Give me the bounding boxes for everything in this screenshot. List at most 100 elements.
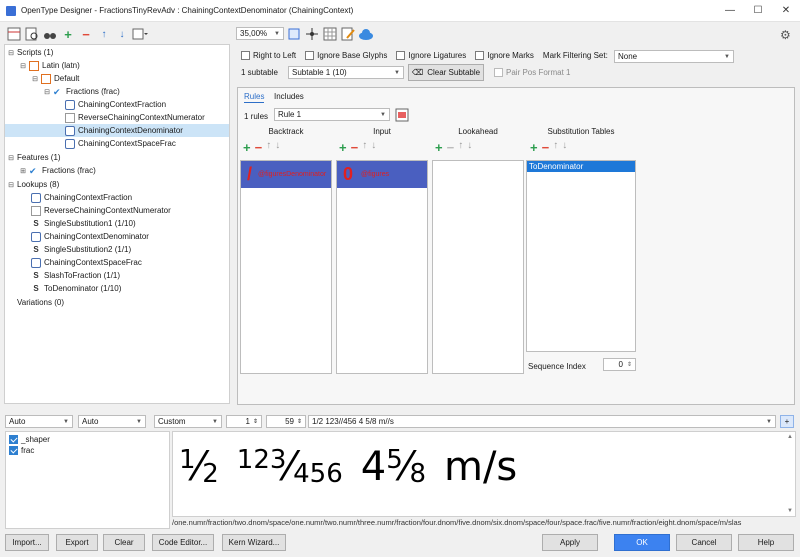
code-editor-button[interactable]: Code Editor...: [152, 534, 214, 551]
subtable-select[interactable]: Subtable 1 (10) ▼: [288, 66, 404, 79]
add-icon[interactable]: +: [530, 140, 538, 155]
tree-item[interactable]: ReverseChainingContextNumerator: [31, 204, 171, 217]
preview-feature-list[interactable]: _shaper frac: [5, 431, 170, 529]
move-up-icon[interactable]: ↑: [96, 26, 112, 42]
remove-icon[interactable]: −: [78, 26, 94, 42]
input-list[interactable]: 0 @figures: [336, 160, 428, 374]
rule-select[interactable]: Rule 1 ▼: [274, 108, 390, 121]
remove-icon[interactable]: −: [255, 140, 263, 155]
move-down-icon[interactable]: ↓: [114, 26, 130, 42]
scroll-up-icon[interactable]: ▲: [787, 434, 793, 440]
minimize-button[interactable]: —: [716, 0, 744, 22]
glyph-class-item[interactable]: / @figuresDenominator: [241, 161, 331, 188]
move-down-icon[interactable]: ↓: [371, 140, 376, 155]
mark-filter-select[interactable]: None ▼: [614, 50, 734, 63]
feature-item[interactable]: frac: [9, 446, 34, 455]
maximize-button[interactable]: ☐: [744, 0, 772, 22]
right-to-left-checkbox[interactable]: Right to Left: [241, 51, 296, 61]
tree-item[interactable]: S ToDenominator (1/10): [31, 282, 121, 295]
search-table-icon[interactable]: [24, 26, 40, 42]
end-stepper[interactable]: 59 ⇕: [266, 415, 306, 428]
zoom-select[interactable]: 35,00% ▼: [236, 27, 284, 40]
tree-item[interactable]: S SingleSubstitution2 (1/1): [31, 243, 131, 256]
tree-item[interactable]: ⊟ Features (1): [7, 151, 61, 164]
gear-icon[interactable]: ⚙: [780, 28, 791, 42]
tree-item[interactable]: ⊟ Scripts (1): [7, 46, 53, 59]
binoculars-icon[interactable]: [42, 26, 58, 42]
feature-item[interactable]: _shaper: [9, 435, 50, 444]
add-icon[interactable]: +: [243, 140, 251, 155]
import-button[interactable]: Import...: [5, 534, 49, 551]
tree-item[interactable]: ChainingContextDenominator: [31, 230, 149, 243]
tree-item[interactable]: ⊟ Lookups (8): [7, 178, 59, 191]
pairpos-checkbox[interactable]: Pair Pos Format 1: [494, 68, 570, 78]
lookahead-list[interactable]: [432, 160, 524, 374]
preview-canvas[interactable]: 1⁄2 123⁄456 45⁄8 m/s ▲ ▼: [172, 431, 796, 517]
tree-item[interactable]: S SlashToFraction (1/1): [31, 269, 120, 282]
remove-icon[interactable]: −: [351, 140, 359, 155]
clear-button[interactable]: Clear: [103, 534, 145, 551]
move-down-icon[interactable]: ↓: [562, 140, 567, 155]
edit-doc-icon[interactable]: [340, 26, 356, 42]
tree-item[interactable]: ChainingContextFraction: [31, 191, 132, 204]
sequence-index-stepper[interactable]: 0 ⇕: [603, 358, 636, 371]
rule-options-icon[interactable]: [394, 107, 410, 123]
remove-icon[interactable]: −: [447, 140, 455, 155]
tree-item[interactable]: ⊟ Latin (latn): [19, 59, 80, 72]
add-icon[interactable]: +: [339, 140, 347, 155]
crosshair-icon[interactable]: [304, 26, 320, 42]
feature-checkbox[interactable]: [9, 435, 18, 444]
tree-item[interactable]: ReverseChainingContextNumerator: [65, 111, 205, 124]
tab-includes[interactable]: Includes: [274, 92, 304, 101]
subst-table-item[interactable]: ToDenominator: [527, 161, 635, 172]
tree-item[interactable]: S SingleSubstitution1 (1/10): [31, 217, 135, 230]
export-button[interactable]: Export: [56, 534, 98, 551]
fit-icon[interactable]: [286, 26, 302, 42]
add-icon[interactable]: +: [435, 140, 443, 155]
tree-item[interactable]: ⊞ ✔ Fractions (frac): [19, 164, 96, 177]
cancel-button[interactable]: Cancel: [676, 534, 732, 551]
move-down-icon[interactable]: ↓: [275, 140, 280, 155]
move-up-icon[interactable]: ↑: [458, 140, 463, 155]
tree-item-selected[interactable]: ChainingContextDenominator: [5, 124, 229, 137]
cloud-icon[interactable]: [358, 26, 374, 42]
ignore-marks-checkbox[interactable]: Ignore Marks: [475, 51, 534, 61]
ok-button[interactable]: OK: [614, 534, 670, 551]
grid-icon[interactable]: [322, 26, 338, 42]
move-up-icon[interactable]: ↑: [362, 140, 367, 155]
scroll-down-icon[interactable]: ▼: [787, 508, 793, 514]
ignore-base-checkbox[interactable]: Ignore Base Glyphs: [305, 51, 387, 61]
direction-select[interactable]: Custom ▼: [154, 415, 222, 428]
tree-item[interactable]: ChainingContextSpaceFrac: [31, 256, 142, 269]
apply-button[interactable]: Apply: [542, 534, 598, 551]
close-button[interactable]: ✕: [772, 0, 800, 22]
new-table-icon[interactable]: [6, 26, 22, 42]
tree-item[interactable]: ⊟ Default: [31, 72, 79, 85]
language-select[interactable]: Auto ▼: [78, 415, 146, 428]
tree-item[interactable]: ChainingContextSpaceFrac: [65, 137, 176, 150]
glyph-class-item[interactable]: 0 @figures: [337, 161, 427, 188]
script-select[interactable]: Auto ▼: [5, 415, 73, 428]
tree-item[interactable]: Variations (0): [7, 296, 64, 309]
move-up-icon[interactable]: ↑: [553, 140, 558, 155]
tab-rules[interactable]: Rules: [244, 92, 265, 103]
tree-view[interactable]: ⊟ Scripts (1) ⊟ Latin (latn) ⊟ Default ⊟ ✔ Fr…: [4, 44, 230, 404]
help-button[interactable]: Help: [738, 534, 794, 551]
subst-tables-list[interactable]: ToDenominator: [526, 160, 636, 352]
clear-subtable-button[interactable]: ⌫ Clear Subtable: [408, 64, 484, 81]
add-preview-button[interactable]: +: [780, 415, 794, 428]
single-subst-icon: S: [33, 218, 39, 228]
ignore-ligatures-checkbox[interactable]: Ignore Ligatures: [396, 51, 466, 61]
backtrack-list[interactable]: / @figuresDenominator: [240, 160, 332, 374]
feature-checkbox[interactable]: [9, 446, 18, 455]
move-up-icon[interactable]: ↑: [266, 140, 271, 155]
kern-wizard-button[interactable]: Kern Wizard...: [222, 534, 286, 551]
options-dropdown-icon[interactable]: [132, 26, 148, 42]
preview-text-input[interactable]: 1/2 123//456 4 5/8 m//s ▼: [308, 415, 776, 428]
add-icon[interactable]: +: [60, 26, 76, 42]
tree-item[interactable]: ⊟ ✔ Fractions (frac): [43, 85, 120, 98]
start-stepper[interactable]: 1 ⇕: [226, 415, 262, 428]
tree-item[interactable]: ChainingContextFraction: [65, 98, 166, 111]
remove-icon[interactable]: −: [542, 140, 550, 155]
move-down-icon[interactable]: ↓: [467, 140, 472, 155]
